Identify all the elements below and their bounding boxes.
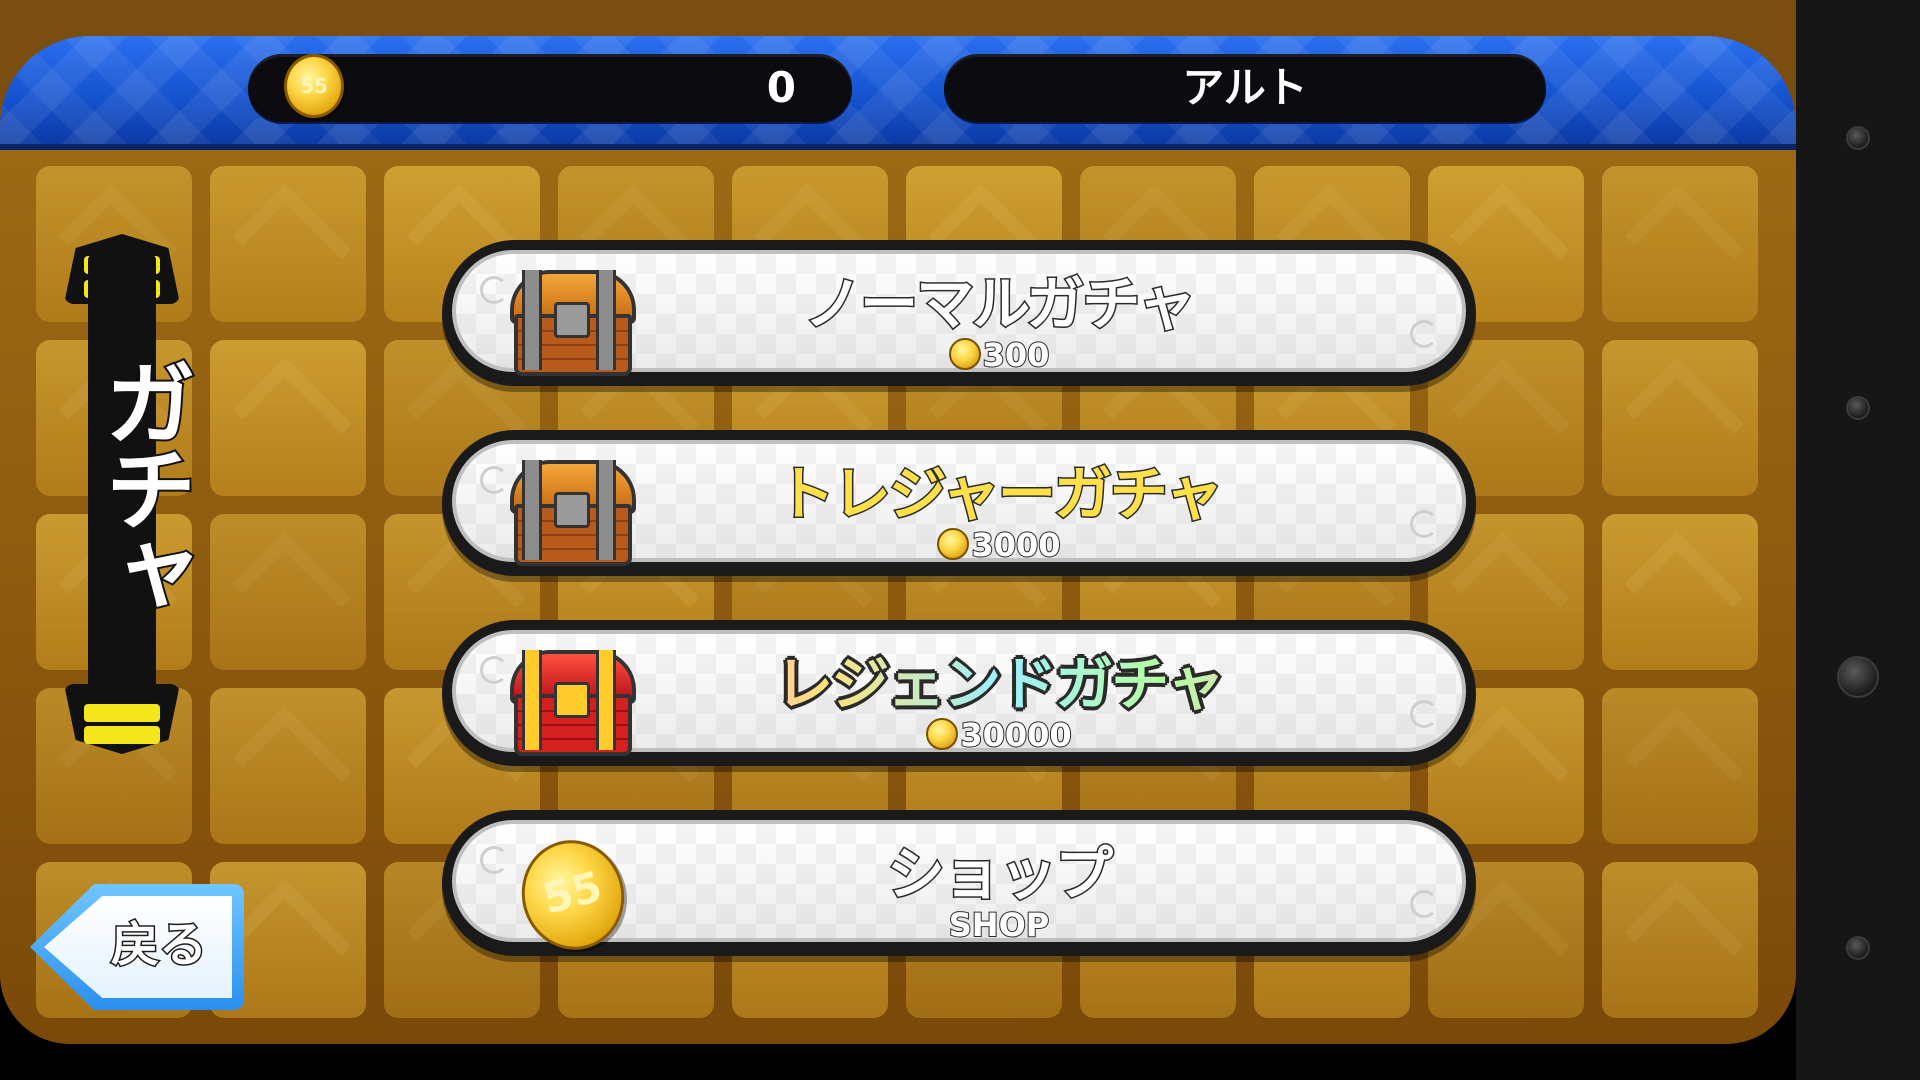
treasure-chest-wood-icon (510, 460, 636, 566)
background-tile (210, 166, 366, 322)
price-label: 3000 (656, 526, 1342, 564)
price-label: 300 (656, 336, 1342, 374)
background-tile (1602, 688, 1758, 844)
gold-coin-icon: 55 (510, 829, 636, 961)
button-face: ノーマルガチャ 300 (452, 250, 1466, 376)
button-face: 55 ショップ SHOP (452, 820, 1466, 961)
swirl-ornament (1410, 890, 1438, 918)
shop-button[interactable]: 55 ショップ SHOP (442, 810, 1476, 961)
chevron-down-icon (84, 704, 160, 722)
swirl-ornament (1410, 510, 1438, 538)
treasure-gacha-button[interactable]: トレジャーガチャ 3000 (442, 430, 1476, 576)
button-face: トレジャーガチャ 3000 (452, 440, 1466, 566)
top-status-bar: 0 アルト (0, 36, 1796, 150)
background-tile (1602, 862, 1758, 1018)
swirl-ornament (480, 656, 508, 684)
button-face: レジェンドガチャ 30000 (452, 630, 1466, 756)
coin-icon (926, 718, 959, 750)
swirl-ornament (1410, 700, 1438, 728)
menu-title: ノーマルガチャ (803, 270, 1198, 338)
menu-title: ショップ (885, 840, 1114, 908)
swirl-ornament (1410, 320, 1438, 348)
treasure-chest-red-gold-icon (510, 650, 636, 756)
nav-dot-icon[interactable] (1846, 936, 1870, 960)
coin-icon (937, 528, 970, 560)
side-banner-label: ガチャ (87, 354, 198, 616)
normal-gacha-button[interactable]: ノーマルガチャ 300 (442, 240, 1476, 386)
price-value: 3000 (970, 526, 1061, 564)
player-name-panel: アルト (944, 54, 1546, 122)
home-button-icon[interactable] (1837, 656, 1879, 698)
system-navigation-bar (1796, 0, 1920, 1080)
price-label: 30000 (656, 716, 1342, 754)
menu-title: レジェンドガチャ (656, 652, 1342, 716)
swirl-ornament (480, 846, 508, 874)
coin-balance-value: 0 (766, 63, 796, 112)
background-tile (1602, 340, 1758, 496)
price-value: 30000 (959, 716, 1072, 754)
legend-gacha-button[interactable]: レジェンドガチャ 30000 (442, 620, 1476, 766)
chevron-down-icon (84, 726, 160, 744)
back-button-label: 戻る (109, 916, 208, 975)
background-tile (210, 340, 366, 496)
price-value: 300 (982, 336, 1051, 374)
nav-dot-icon[interactable] (1846, 396, 1870, 420)
menu-title: トレジャーガチャ (775, 460, 1225, 528)
background-tile (1602, 514, 1758, 670)
swirl-ornament (480, 276, 508, 304)
player-name: アルト (1182, 63, 1308, 112)
background-tile (1602, 166, 1758, 322)
swirl-ornament (480, 466, 508, 494)
game-screen: 0 アルト 55 ガチャ ノーマルガチャ 300 トレジャーガチャ 3000 レ… (0, 0, 1796, 1044)
treasure-chest-wood-icon (510, 270, 636, 376)
menu-subtitle: SHOP (948, 906, 1050, 944)
coin-icon: 55 (284, 54, 344, 118)
nav-dot-icon[interactable] (1846, 126, 1870, 150)
background-tile (210, 688, 366, 844)
background-tile (210, 514, 366, 670)
back-button[interactable]: 戻る (30, 884, 244, 1010)
coin-icon (948, 338, 981, 370)
